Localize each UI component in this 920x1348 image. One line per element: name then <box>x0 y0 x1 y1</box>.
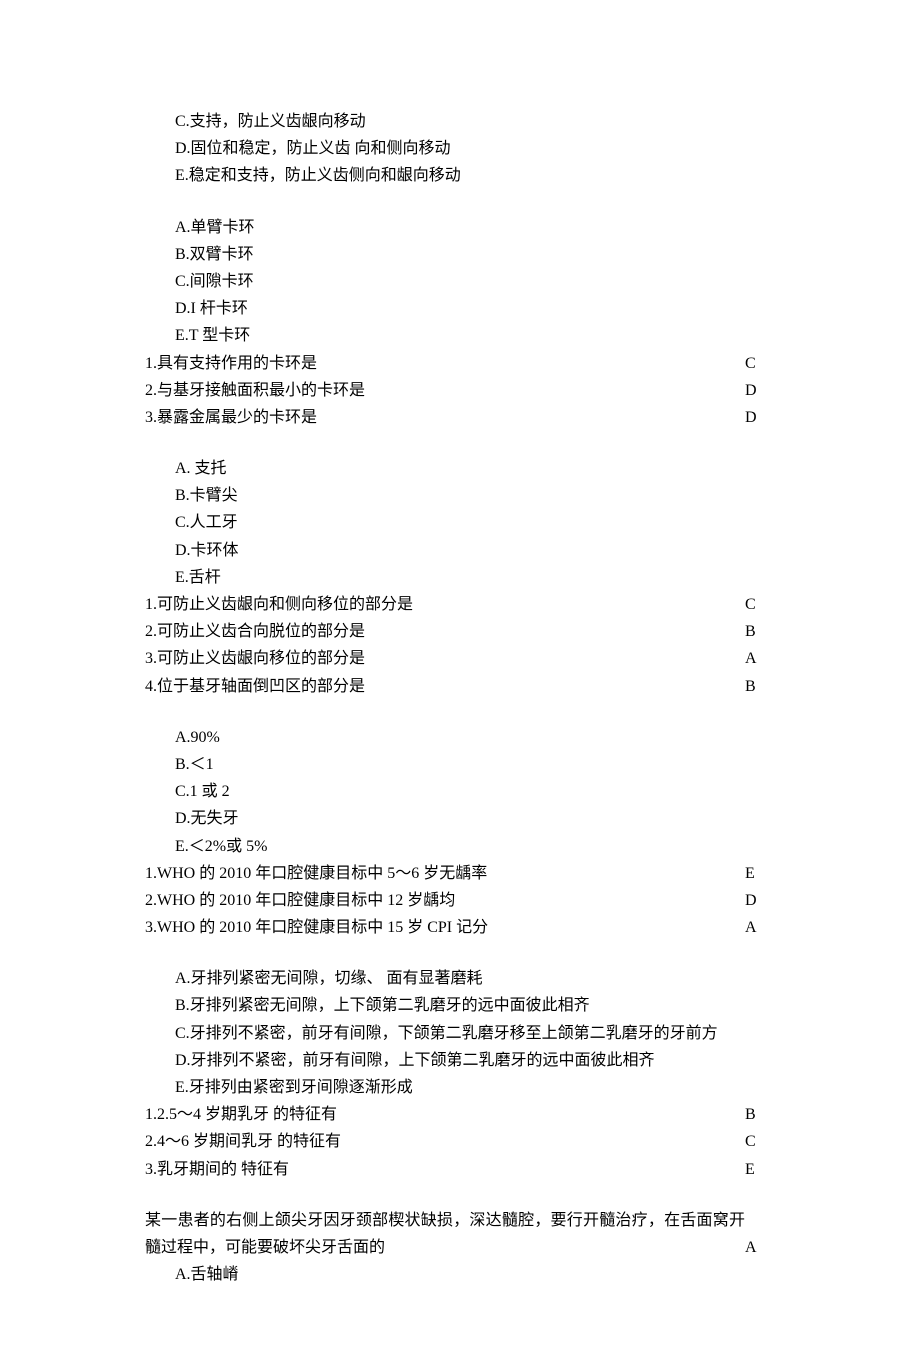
question-line: 4.位于基牙轴面倒凹区的部分是 B <box>145 673 775 700</box>
answer-letter: C <box>745 350 775 377</box>
option-line: C.间隙卡环 <box>145 268 775 295</box>
option-line: C.1 或 2 <box>145 778 775 805</box>
option-line: B.＜1 <box>145 751 775 778</box>
question-text: 3.乳牙期间的 特征有 <box>145 1156 745 1183</box>
option-line: E.稳定和支持，防止义齿侧向和龈向移动 <box>145 162 775 189</box>
question-text: 1.WHO 的 2010 年口腔健康目标中 5～6 岁无龋率 <box>145 860 745 887</box>
question-line: 1.可防止义齿龈向和侧向移位的部分是 C <box>145 591 775 618</box>
option-line: E.T 型卡环 <box>145 322 775 349</box>
question-line: 3.乳牙期间的 特征有 E <box>145 1156 775 1183</box>
option-line: C.支持，防止义齿龈向移动 <box>145 108 775 135</box>
case-intro: 某一患者的右侧上颌尖牙因牙颈部楔状缺损，深达髓腔，要行开髓治疗，在舌面窝开髓过程… <box>145 1207 775 1261</box>
answer-letter: B <box>745 618 775 645</box>
option-line: B.双臂卡环 <box>145 241 775 268</box>
option-line: C.人工牙 <box>145 509 775 536</box>
question-text: 3.暴露金属最少的卡环是 <box>145 404 745 431</box>
option-line: A.单臂卡环 <box>145 214 775 241</box>
option-line: E.＜2%或 5% <box>145 833 775 860</box>
question-text: 2.WHO 的 2010 年口腔健康目标中 12 岁龋均 <box>145 887 745 914</box>
answer-letter: C <box>745 1128 775 1155</box>
option-line: A. 支托 <box>145 455 775 482</box>
option-line: B.牙排列紧密无间隙，上下颌第二乳磨牙的远中面彼此相齐 <box>145 992 775 1019</box>
option-line: B.卡臂尖 <box>145 482 775 509</box>
question-line: 2.WHO 的 2010 年口腔健康目标中 12 岁龋均 D <box>145 887 775 914</box>
answer-letter: E <box>745 860 775 887</box>
option-line: A.牙排列紧密无间隙，切缘、 面有显著磨耗 <box>145 965 775 992</box>
option-line: E.牙排列由紧密到牙间隙逐渐形成 <box>145 1074 775 1101</box>
answer-letter: C <box>745 591 775 618</box>
question-line: 1.2.5～4 岁期乳牙 的特征有 B <box>145 1101 775 1128</box>
document-page: C.支持，防止义齿龈向移动 D.固位和稳定，防止义齿 向和侧向移动 E.稳定和支… <box>0 0 920 1348</box>
question-line: 3.可防止义齿龈向移位的部分是 A <box>145 645 775 672</box>
option-line: A.90% <box>145 724 775 751</box>
question-text: 3.可防止义齿龈向移位的部分是 <box>145 645 745 672</box>
option-line: D.固位和稳定，防止义齿 向和侧向移动 <box>145 135 775 162</box>
case-intro-text: 某一患者的右侧上颌尖牙因牙颈部楔状缺损，深达髓腔，要行开髓治疗，在舌面窝开髓过程… <box>145 1207 745 1261</box>
question-line: 1.具有支持作用的卡环是 C <box>145 350 775 377</box>
question-text: 2.与基牙接触面积最小的卡环是 <box>145 377 745 404</box>
answer-letter: B <box>745 1101 775 1128</box>
answer-letter: D <box>745 887 775 914</box>
question-text: 1.可防止义齿龈向和侧向移位的部分是 <box>145 591 745 618</box>
answer-letter: E <box>745 1156 775 1183</box>
option-line: C.牙排列不紧密，前牙有间隙，下颌第二乳磨牙移至上颌第二乳磨牙的牙前方 <box>145 1020 775 1047</box>
answer-letter: A <box>745 914 775 941</box>
question-text: 1.具有支持作用的卡环是 <box>145 350 745 377</box>
answer-letter: B <box>745 673 775 700</box>
question-line: 2.可防止义齿合向脱位的部分是 B <box>145 618 775 645</box>
question-line: 3.WHO 的 2010 年口腔健康目标中 15 岁 CPI 记分 A <box>145 914 775 941</box>
answer-letter: D <box>745 404 775 431</box>
question-text: 2.可防止义齿合向脱位的部分是 <box>145 618 745 645</box>
answer-letter: A <box>745 1207 775 1261</box>
option-line: D.卡环体 <box>145 537 775 564</box>
option-line: E.舌杆 <box>145 564 775 591</box>
question-text: 2.4～6 岁期间乳牙 的特征有 <box>145 1128 745 1155</box>
question-text: 4.位于基牙轴面倒凹区的部分是 <box>145 673 745 700</box>
question-text: 3.WHO 的 2010 年口腔健康目标中 15 岁 CPI 记分 <box>145 914 745 941</box>
option-line: A.舌轴嵴 <box>145 1261 775 1288</box>
question-line: 3.暴露金属最少的卡环是 D <box>145 404 775 431</box>
option-line: D.无失牙 <box>145 805 775 832</box>
option-line: D.牙排列不紧密，前牙有间隙，上下颌第二乳磨牙的远中面彼此相齐 <box>145 1047 775 1074</box>
question-line: 2.与基牙接触面积最小的卡环是 D <box>145 377 775 404</box>
question-line: 1.WHO 的 2010 年口腔健康目标中 5～6 岁无龋率 E <box>145 860 775 887</box>
answer-letter: A <box>745 645 775 672</box>
option-line: D.I 杆卡环 <box>145 295 775 322</box>
question-line: 2.4～6 岁期间乳牙 的特征有 C <box>145 1128 775 1155</box>
question-text: 1.2.5～4 岁期乳牙 的特征有 <box>145 1101 745 1128</box>
answer-letter: D <box>745 377 775 404</box>
